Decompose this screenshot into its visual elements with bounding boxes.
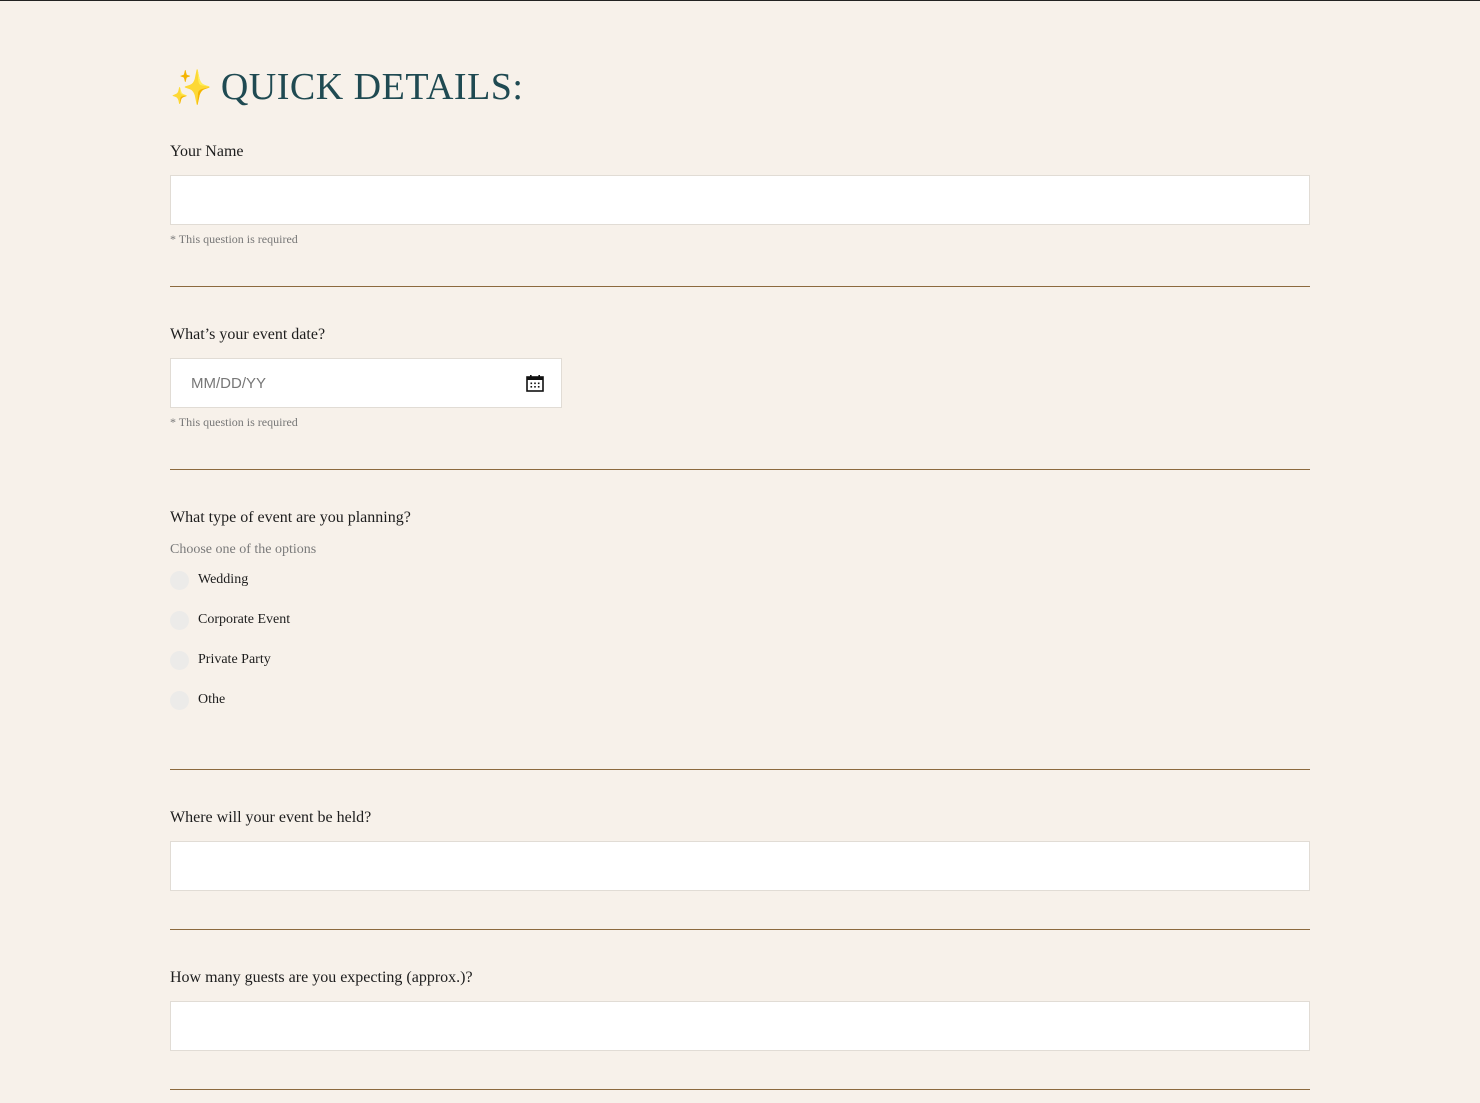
event-date-label: What’s your event date? <box>170 326 326 343</box>
location-input[interactable] <box>170 841 1310 891</box>
radio-button[interactable] <box>170 691 189 710</box>
page-title-text: QUICK DETAILS: <box>220 66 524 108</box>
radio-option-other[interactable]: Othe <box>170 690 470 710</box>
top-border <box>0 0 1480 1</box>
radio-option-private-party[interactable]: Private Party <box>170 650 470 670</box>
calendar-icon[interactable] <box>526 374 544 392</box>
event-date-field <box>170 358 562 408</box>
radio-option-label: Wedding <box>198 572 249 587</box>
section-divider <box>170 769 1310 770</box>
name-required-note: * This question is required <box>170 232 298 246</box>
event-type-label: What type of event are you planning? <box>170 509 411 526</box>
section-divider <box>170 929 1310 930</box>
radio-option-wedding[interactable]: Wedding <box>170 570 470 590</box>
section-divider <box>170 469 1310 470</box>
event-date-input[interactable] <box>191 359 511 407</box>
guests-input[interactable] <box>170 1001 1310 1051</box>
event-type-hint: Choose one of the options <box>170 542 317 557</box>
radio-button[interactable] <box>170 651 189 670</box>
radio-button[interactable] <box>170 571 189 590</box>
radio-option-label: Othe <box>198 692 226 707</box>
name-label: Your Name <box>170 143 244 160</box>
radio-option-label: Corporate Event <box>198 612 291 627</box>
section-divider <box>170 1089 1310 1090</box>
name-input[interactable] <box>170 175 1310 225</box>
radio-option-label: Private Party <box>198 652 271 667</box>
location-label: Where will your event be held? <box>170 809 372 826</box>
section-divider <box>170 286 1310 287</box>
event-date-required-note: * This question is required <box>170 415 298 429</box>
sparkles-icon: ✨ <box>170 68 213 108</box>
guests-label: How many guests are you expecting (appro… <box>170 969 473 986</box>
page-title: ✨ QUICK DETAILS: <box>170 64 524 111</box>
radio-button[interactable] <box>170 611 189 630</box>
radio-option-corporate-event[interactable]: Corporate Event <box>170 610 470 630</box>
